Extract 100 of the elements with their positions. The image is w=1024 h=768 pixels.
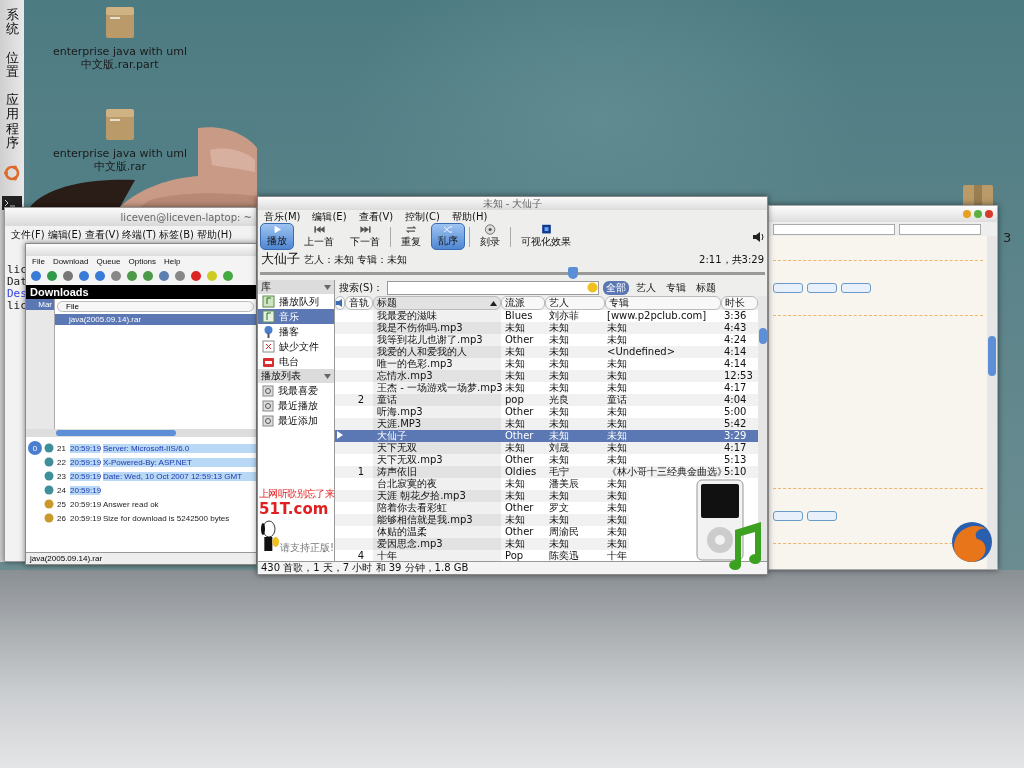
toolbar-icon[interactable] <box>46 270 58 282</box>
post-button[interactable] <box>773 511 803 521</box>
toolbar-button[interactable]: 刻录 <box>474 223 506 250</box>
table-row[interactable]: 我是不伤你吗.mp3 未知 未知 未知 4:43 <box>335 322 758 334</box>
table-row[interactable]: 天涯 朝花夕拾.mp3 未知 未知 未知 <box>335 490 629 502</box>
menu-item[interactable]: Queue <box>96 257 121 266</box>
menu-item[interactable]: 标签(B) <box>159 228 194 242</box>
table-row[interactable]: 忘情水.mp3 未知 未知 未知 12:53 <box>335 370 758 382</box>
menu-item[interactable]: 帮助(H) <box>452 209 488 224</box>
table-row[interactable]: 能够相信就是我.mp3 未知 未知 未知 <box>335 514 629 526</box>
post-button[interactable] <box>807 283 837 293</box>
table-row[interactable]: 台北寂寞的夜 未知 潘美辰 未知 <box>335 478 629 490</box>
table-row[interactable]: 天下无双.mp3 Other 未知 未知 5:13 <box>335 454 758 466</box>
file-row[interactable]: java(2005.09.14).rar <box>55 314 256 325</box>
maximize-button[interactable] <box>974 210 982 218</box>
table-row[interactable]: 1 涛声依旧 Oldies 毛宁 《林小哥十三经典金曲选》5:10 <box>335 466 758 478</box>
post-button[interactable] <box>773 283 803 293</box>
menu-item[interactable]: 音乐(M) <box>264 209 301 224</box>
archive-icon[interactable] <box>962 183 994 207</box>
column-header[interactable]: 音轨 <box>345 296 373 310</box>
table-row[interactable]: 4 十年 Pop 陈奕迅 十年 <box>335 550 629 562</box>
table-row[interactable]: 爱因思念.mp3 未知 未知 未知 <box>335 538 629 550</box>
slider-thumb[interactable] <box>568 267 579 279</box>
toolbar-icon[interactable] <box>142 270 154 282</box>
ad-brand[interactable]: 51T.com <box>259 501 329 517</box>
menu-item[interactable]: 控制(C) <box>405 209 440 224</box>
table-row[interactable]: 天涯.MP3 未知 未知 未知 5:42 <box>335 418 758 430</box>
toolbar-icon[interactable] <box>174 270 186 282</box>
toolbar-icon[interactable] <box>222 270 234 282</box>
menu-item[interactable]: File <box>32 257 45 266</box>
table-row[interactable]: 天下无双 未知 刘晟 未知 4:17 <box>335 442 758 454</box>
panel-menu[interactable]: 位置 <box>5 50 19 80</box>
scroll-bar[interactable] <box>26 429 256 437</box>
ubuntu-logo-icon[interactable] <box>3 164 21 183</box>
menu-item[interactable]: Download <box>52 257 89 266</box>
scroll-bar[interactable] <box>758 296 767 561</box>
scroll-thumb[interactable] <box>759 328 767 344</box>
toolbar-icon[interactable] <box>30 270 42 282</box>
column-header[interactable]: 标题 <box>373 296 501 310</box>
archive-icon[interactable] <box>105 107 135 141</box>
scroll-thumb[interactable] <box>988 336 996 376</box>
position-slider[interactable] <box>260 267 765 279</box>
column-header[interactable]: 专辑 <box>605 296 721 310</box>
toolbar-icon[interactable] <box>158 270 170 282</box>
sidebar-item[interactable]: 我最喜爱 <box>258 383 334 398</box>
table-row[interactable]: 大仙子 Other 未知 未知 3:29 <box>335 430 758 442</box>
sidebar-item[interactable]: 播客 <box>258 324 334 339</box>
toolbar-button[interactable]: 上一首 <box>298 223 340 250</box>
menu-item[interactable]: 查看(V) <box>358 209 394 224</box>
sidebar-item[interactable]: 音乐 <box>258 309 334 324</box>
table-row[interactable]: 听海.mp3 Other 未知 未知 5:00 <box>335 406 758 418</box>
caret-icon[interactable] <box>324 373 331 379</box>
column-header[interactable]: 流派 <box>501 296 545 310</box>
toolbar-icon[interactable] <box>78 270 90 282</box>
filter-button[interactable]: 艺人 <box>633 281 660 295</box>
post-button[interactable] <box>807 511 837 521</box>
toolbar-button[interactable]: 下一首 <box>344 223 386 250</box>
toolbar-button[interactable]: 乱序 <box>431 223 465 250</box>
archive-icon[interactable] <box>105 5 135 39</box>
table-row[interactable]: 唯一的色彩.mp3 未知 未知 未知 4:14 <box>335 358 758 370</box>
toolbar-icon[interactable] <box>110 270 122 282</box>
table-row[interactable]: 2 童话 pop 光良 童话 4:04 <box>335 394 758 406</box>
sidebar-item[interactable]: 最近添加 <box>258 413 334 428</box>
filter-button[interactable]: 全部 <box>603 281 630 295</box>
sidebar-item[interactable]: 播放队列 <box>258 294 334 309</box>
table-row[interactable]: 我爱的人和爱我的人 未知 未知 <Undefined> 4:14 <box>335 346 758 358</box>
close-button[interactable] <box>985 210 993 218</box>
menu-item[interactable]: 编辑(E) <box>47 228 82 242</box>
minimize-button[interactable] <box>963 210 971 218</box>
column-header[interactable]: 艺人 <box>545 296 605 310</box>
sidebar-item[interactable]: 缺少文件 <box>258 339 334 354</box>
volume-icon[interactable] <box>753 231 765 242</box>
sidebar-header[interactable]: 库 <box>258 280 334 294</box>
address-field[interactable] <box>773 223 895 235</box>
panel-menu[interactable]: 系统 <box>5 8 19 37</box>
clear-icon[interactable] <box>587 282 599 293</box>
column-header[interactable]: 时长 <box>721 296 758 310</box>
menu-item[interactable]: Options <box>128 257 157 266</box>
toolbar-button[interactable]: 可视化效果 <box>515 223 577 250</box>
toolbar-icon[interactable] <box>94 270 106 282</box>
menu-item[interactable]: 帮助(H) <box>196 228 233 242</box>
sidebar-header[interactable]: 播放列表 <box>258 369 334 383</box>
menu-item[interactable]: 文件(F) <box>11 228 45 242</box>
filter-button[interactable]: 专辑 <box>663 281 690 295</box>
column-header[interactable] <box>335 296 345 310</box>
panel-menu[interactable]: 应用程序 <box>5 93 19 151</box>
table-row[interactable]: 我最爱的滋味 Blues 刘亦菲 [www.p2pclub.com] 3:36 <box>335 310 758 322</box>
table-row[interactable]: 陪着你去看彩虹 Other 罗文 未知 <box>335 502 629 514</box>
toolbar-icon[interactable] <box>190 270 202 282</box>
toolbar-button[interactable]: 重复 <box>395 223 427 250</box>
menu-item[interactable]: 编辑(E) <box>312 209 347 224</box>
table-row[interactable]: 体贴的温柔 Other 周渝民 未知 <box>335 526 629 538</box>
menu-item[interactable]: Help <box>164 257 181 266</box>
menu-item[interactable]: 查看(V) <box>84 228 120 242</box>
search-field[interactable] <box>387 281 600 295</box>
column-header[interactable]: File <box>57 301 254 312</box>
scroll-bar[interactable] <box>987 236 997 569</box>
toolbar-icon[interactable] <box>126 270 138 282</box>
sidebar-item[interactable]: 最近播放 <box>258 398 334 413</box>
search-field[interactable] <box>899 223 981 235</box>
